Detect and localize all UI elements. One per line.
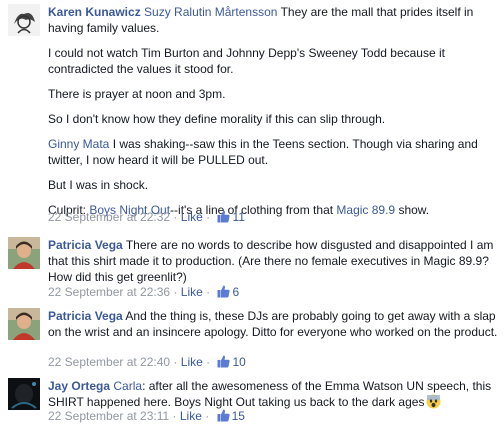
avatar[interactable]: [8, 378, 40, 410]
like-thumb-icon: [217, 355, 231, 371]
author-name[interactable]: Patricia Vega: [48, 238, 123, 252]
comment-meta: 22 September at 22:32 · Like · 11: [48, 210, 245, 226]
like-link[interactable]: Like: [181, 210, 203, 224]
comment-paragraph: There is prayer at noon and 3pm.: [48, 87, 226, 101]
like-link[interactable]: Like: [180, 409, 202, 423]
like-link[interactable]: Like: [181, 285, 203, 299]
like-count[interactable]: 11: [232, 210, 244, 224]
timestamp[interactable]: 22 September at 22:32: [48, 210, 170, 224]
like-thumb-icon: [217, 285, 231, 301]
comment-paragraph: So I don't know how they define morality…: [48, 112, 386, 126]
comment-text: show.: [395, 203, 430, 217]
comment-meta: 22 September at 22:40 · Like · 10: [48, 355, 246, 371]
like-count[interactable]: 15: [232, 409, 245, 423]
comment-body: Patricia Vega There are no words to desc…: [48, 237, 498, 285]
comment-body: Karen Kunawicz Suzy Ralutin Mårtensson T…: [48, 4, 498, 218]
page-link[interactable]: Magic 89.9: [336, 203, 395, 217]
like-count[interactable]: 10: [232, 355, 245, 369]
tagged-user[interactable]: Suzy Ralutin Mårtensson: [144, 5, 277, 19]
comment-paragraph: But I was in shock.: [48, 178, 149, 192]
like-thumb-icon: [217, 210, 231, 226]
like-link[interactable]: Like: [181, 355, 203, 369]
timestamp[interactable]: 22 September at 22:36: [48, 285, 170, 299]
avatar[interactable]: [8, 308, 40, 340]
timestamp[interactable]: 22 September at 22:40: [48, 355, 170, 369]
comment-text: I was shaking--saw this in the Teens sec…: [48, 137, 478, 167]
like-count[interactable]: 6: [232, 285, 239, 299]
comment-body: Jay Ortega Carla: after all the awesomen…: [48, 378, 498, 413]
like-thumb-icon: [217, 409, 230, 425]
avatar[interactable]: [8, 237, 40, 269]
comment-meta: 22 September at 23:11 · Like · 15: [48, 409, 245, 425]
author-name[interactable]: Karen Kunawicz: [48, 5, 141, 19]
timestamp[interactable]: 22 September at 23:11: [48, 409, 169, 423]
tagged-user[interactable]: Carla: [113, 379, 142, 393]
scared-face-emoji-icon: [426, 394, 441, 413]
comment-paragraph: I could not watch Tim Burton and Johnny …: [48, 46, 445, 76]
comment-meta: 22 September at 22:36 · Like · 6: [48, 285, 240, 301]
comment-body: Patricia Vega And the thing is, these DJ…: [48, 308, 498, 340]
author-name[interactable]: Jay Ortega: [48, 379, 110, 393]
avatar[interactable]: [8, 4, 40, 36]
tagged-user[interactable]: Ginny Mata: [48, 137, 109, 151]
author-name[interactable]: Patricia Vega: [48, 309, 123, 323]
